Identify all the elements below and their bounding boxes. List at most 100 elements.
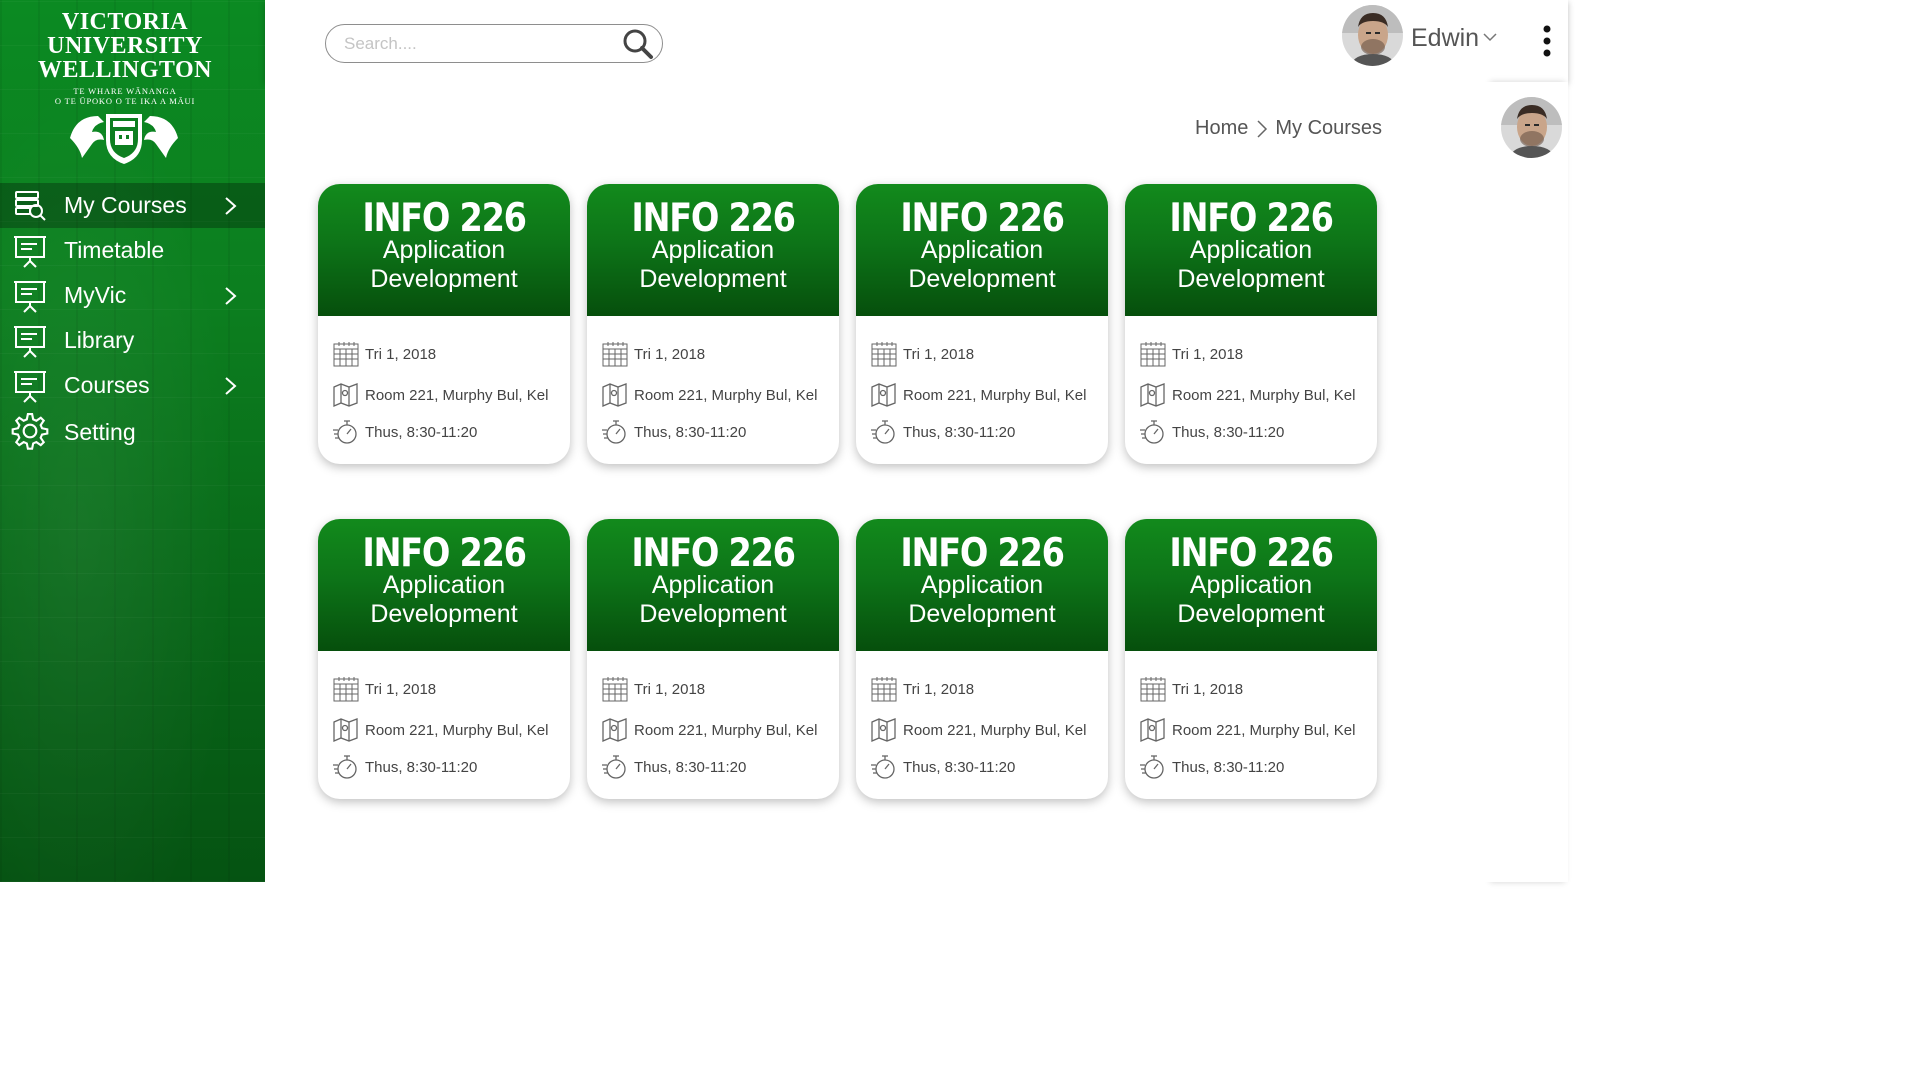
course-title-line-2: Development xyxy=(1177,265,1325,293)
course-title: Application Development xyxy=(856,236,1108,294)
course-card-header: INFO 226 Application Development xyxy=(587,519,839,651)
course-time: Thus, 8:30-11:20 xyxy=(903,424,1016,441)
course-card[interactable]: INFO 226 Application Development Tri 1, 2… xyxy=(318,184,570,464)
more-options-icon[interactable] xyxy=(1535,24,1559,58)
chevron-right-icon xyxy=(1257,119,1268,138)
course-term: Tri 1, 2018 xyxy=(1172,346,1244,363)
presentation-board-icon xyxy=(14,236,46,268)
course-title-line-1: Application xyxy=(1189,236,1313,264)
calendar-icon xyxy=(602,677,628,702)
course-card[interactable]: INFO 226 Application Development Tri 1, 2… xyxy=(856,519,1108,799)
user-photo-icon xyxy=(1501,97,1562,158)
course-room-row: Room 221, Murphy Bul, Kel xyxy=(1139,716,1369,744)
course-room: Room 221, Murphy Bul, Kel xyxy=(1172,387,1356,404)
sidebar-item-label: Setting xyxy=(64,419,136,445)
course-code: INFO 226 xyxy=(900,196,1065,241)
course-title: Application Development xyxy=(1125,571,1377,629)
course-title: Application Development xyxy=(856,571,1108,629)
course-term-row: Tri 1, 2018 xyxy=(601,675,831,703)
sidebar-item-my-courses[interactable]: My Courses xyxy=(0,183,265,228)
course-term: Tri 1, 2018 xyxy=(903,346,975,363)
course-term-row: Tri 1, 2018 xyxy=(1139,340,1369,368)
gear-icon xyxy=(11,413,49,450)
stopwatch-icon xyxy=(871,420,895,444)
sidebar-item-courses[interactable]: Courses xyxy=(0,363,265,408)
course-time-row: Thus, 8:30-11:20 xyxy=(601,753,831,781)
course-card-header: INFO 226 Application Development xyxy=(318,184,570,316)
course-search-icon xyxy=(15,191,46,221)
sidebar-item-myvic[interactable]: MyVic xyxy=(0,273,265,318)
calendar-icon xyxy=(333,677,359,702)
course-code: INFO 226 xyxy=(1169,531,1334,576)
map-icon xyxy=(602,718,627,742)
course-code: INFO 226 xyxy=(362,196,527,241)
logo-line-3: WELLINGTON xyxy=(38,57,212,83)
sidebar-item-label: Library xyxy=(64,327,135,353)
breadcrumb-home[interactable]: Home xyxy=(1195,117,1248,140)
course-time: Thus, 8:30-11:20 xyxy=(634,759,747,776)
course-card[interactable]: INFO 226 Application Development Tri 1, 2… xyxy=(1125,184,1377,464)
presentation-board-icon xyxy=(14,281,46,313)
course-title: Application Development xyxy=(587,571,839,629)
course-title-line-2: Development xyxy=(639,265,787,293)
course-time-row: Thus, 8:30-11:20 xyxy=(601,418,831,446)
course-title-line-2: Development xyxy=(908,600,1056,628)
logo-tagline-1: TE WHARE WĀNANGA xyxy=(73,86,177,96)
course-room: Room 221, Murphy Bul, Kel xyxy=(365,387,549,404)
course-time: Thus, 8:30-11:20 xyxy=(634,424,747,441)
course-term-row: Tri 1, 2018 xyxy=(1139,675,1369,703)
course-room: Room 221, Murphy Bul, Kel xyxy=(903,387,1087,404)
logo-line-2: UNIVERSITY xyxy=(47,33,203,59)
sidebar-nav: My Courses Timetable MyVic Library Cours… xyxy=(0,183,265,453)
course-title-line-1: Application xyxy=(1189,571,1313,599)
course-room: Room 221, Murphy Bul, Kel xyxy=(365,722,549,739)
search-input[interactable] xyxy=(342,31,606,57)
stopwatch-icon xyxy=(602,420,626,444)
top-bar: Edwin xyxy=(265,0,1568,82)
stopwatch-icon xyxy=(1140,755,1164,779)
search-box xyxy=(325,24,663,63)
course-title: Application Development xyxy=(1125,236,1377,294)
search-icon[interactable] xyxy=(620,27,656,61)
course-title-line-2: Development xyxy=(370,265,518,293)
map-icon xyxy=(602,383,627,407)
chevron-down-icon[interactable] xyxy=(1482,30,1498,44)
sidebar-item-label: MyVic xyxy=(64,282,127,308)
course-code: INFO 226 xyxy=(631,196,796,241)
map-icon xyxy=(871,383,896,407)
map-icon xyxy=(333,718,358,742)
course-room-row: Room 221, Murphy Bul, Kel xyxy=(1139,381,1369,409)
university-logo[interactable]: VICTORIA UNIVERSITY WELLINGTON TE WHARE … xyxy=(0,10,250,106)
avatar[interactable] xyxy=(1342,5,1403,66)
course-term-row: Tri 1, 2018 xyxy=(870,675,1100,703)
course-room-row: Room 221, Murphy Bul, Kel xyxy=(601,381,831,409)
course-time: Thus, 8:30-11:20 xyxy=(903,759,1016,776)
course-code: INFO 226 xyxy=(1169,196,1334,241)
course-card-header: INFO 226 Application Development xyxy=(587,184,839,316)
user-name[interactable]: Edwin xyxy=(1411,24,1479,53)
course-card[interactable]: INFO 226 Application Development Tri 1, 2… xyxy=(1125,519,1377,799)
right-rail xyxy=(1493,82,1568,882)
sidebar-item-timetable[interactable]: Timetable xyxy=(0,228,265,273)
course-card-header: INFO 226 Application Development xyxy=(1125,519,1377,651)
course-room: Room 221, Murphy Bul, Kel xyxy=(903,722,1087,739)
course-time: Thus, 8:30-11:20 xyxy=(1172,424,1285,441)
calendar-icon xyxy=(333,342,359,367)
logo-line-1: VICTORIA xyxy=(61,9,189,35)
course-term-row: Tri 1, 2018 xyxy=(601,340,831,368)
course-title-line-1: Application xyxy=(651,571,775,599)
stopwatch-icon xyxy=(333,755,357,779)
chat-avatar[interactable] xyxy=(1501,97,1562,158)
course-card[interactable]: INFO 226 Application Development Tri 1, 2… xyxy=(587,184,839,464)
course-card[interactable]: INFO 226 Application Development Tri 1, 2… xyxy=(587,519,839,799)
sidebar-item-setting[interactable]: Setting xyxy=(0,408,265,453)
course-term: Tri 1, 2018 xyxy=(634,346,706,363)
course-term: Tri 1, 2018 xyxy=(634,681,706,698)
course-title-line-1: Application xyxy=(651,236,775,264)
course-card[interactable]: INFO 226 Application Development Tri 1, 2… xyxy=(856,184,1108,464)
course-title-line-1: Application xyxy=(920,571,1044,599)
course-card[interactable]: INFO 226 Application Development Tri 1, 2… xyxy=(318,519,570,799)
map-icon xyxy=(1140,718,1165,742)
course-time-row: Thus, 8:30-11:20 xyxy=(332,418,562,446)
sidebar-item-library[interactable]: Library xyxy=(0,318,265,363)
